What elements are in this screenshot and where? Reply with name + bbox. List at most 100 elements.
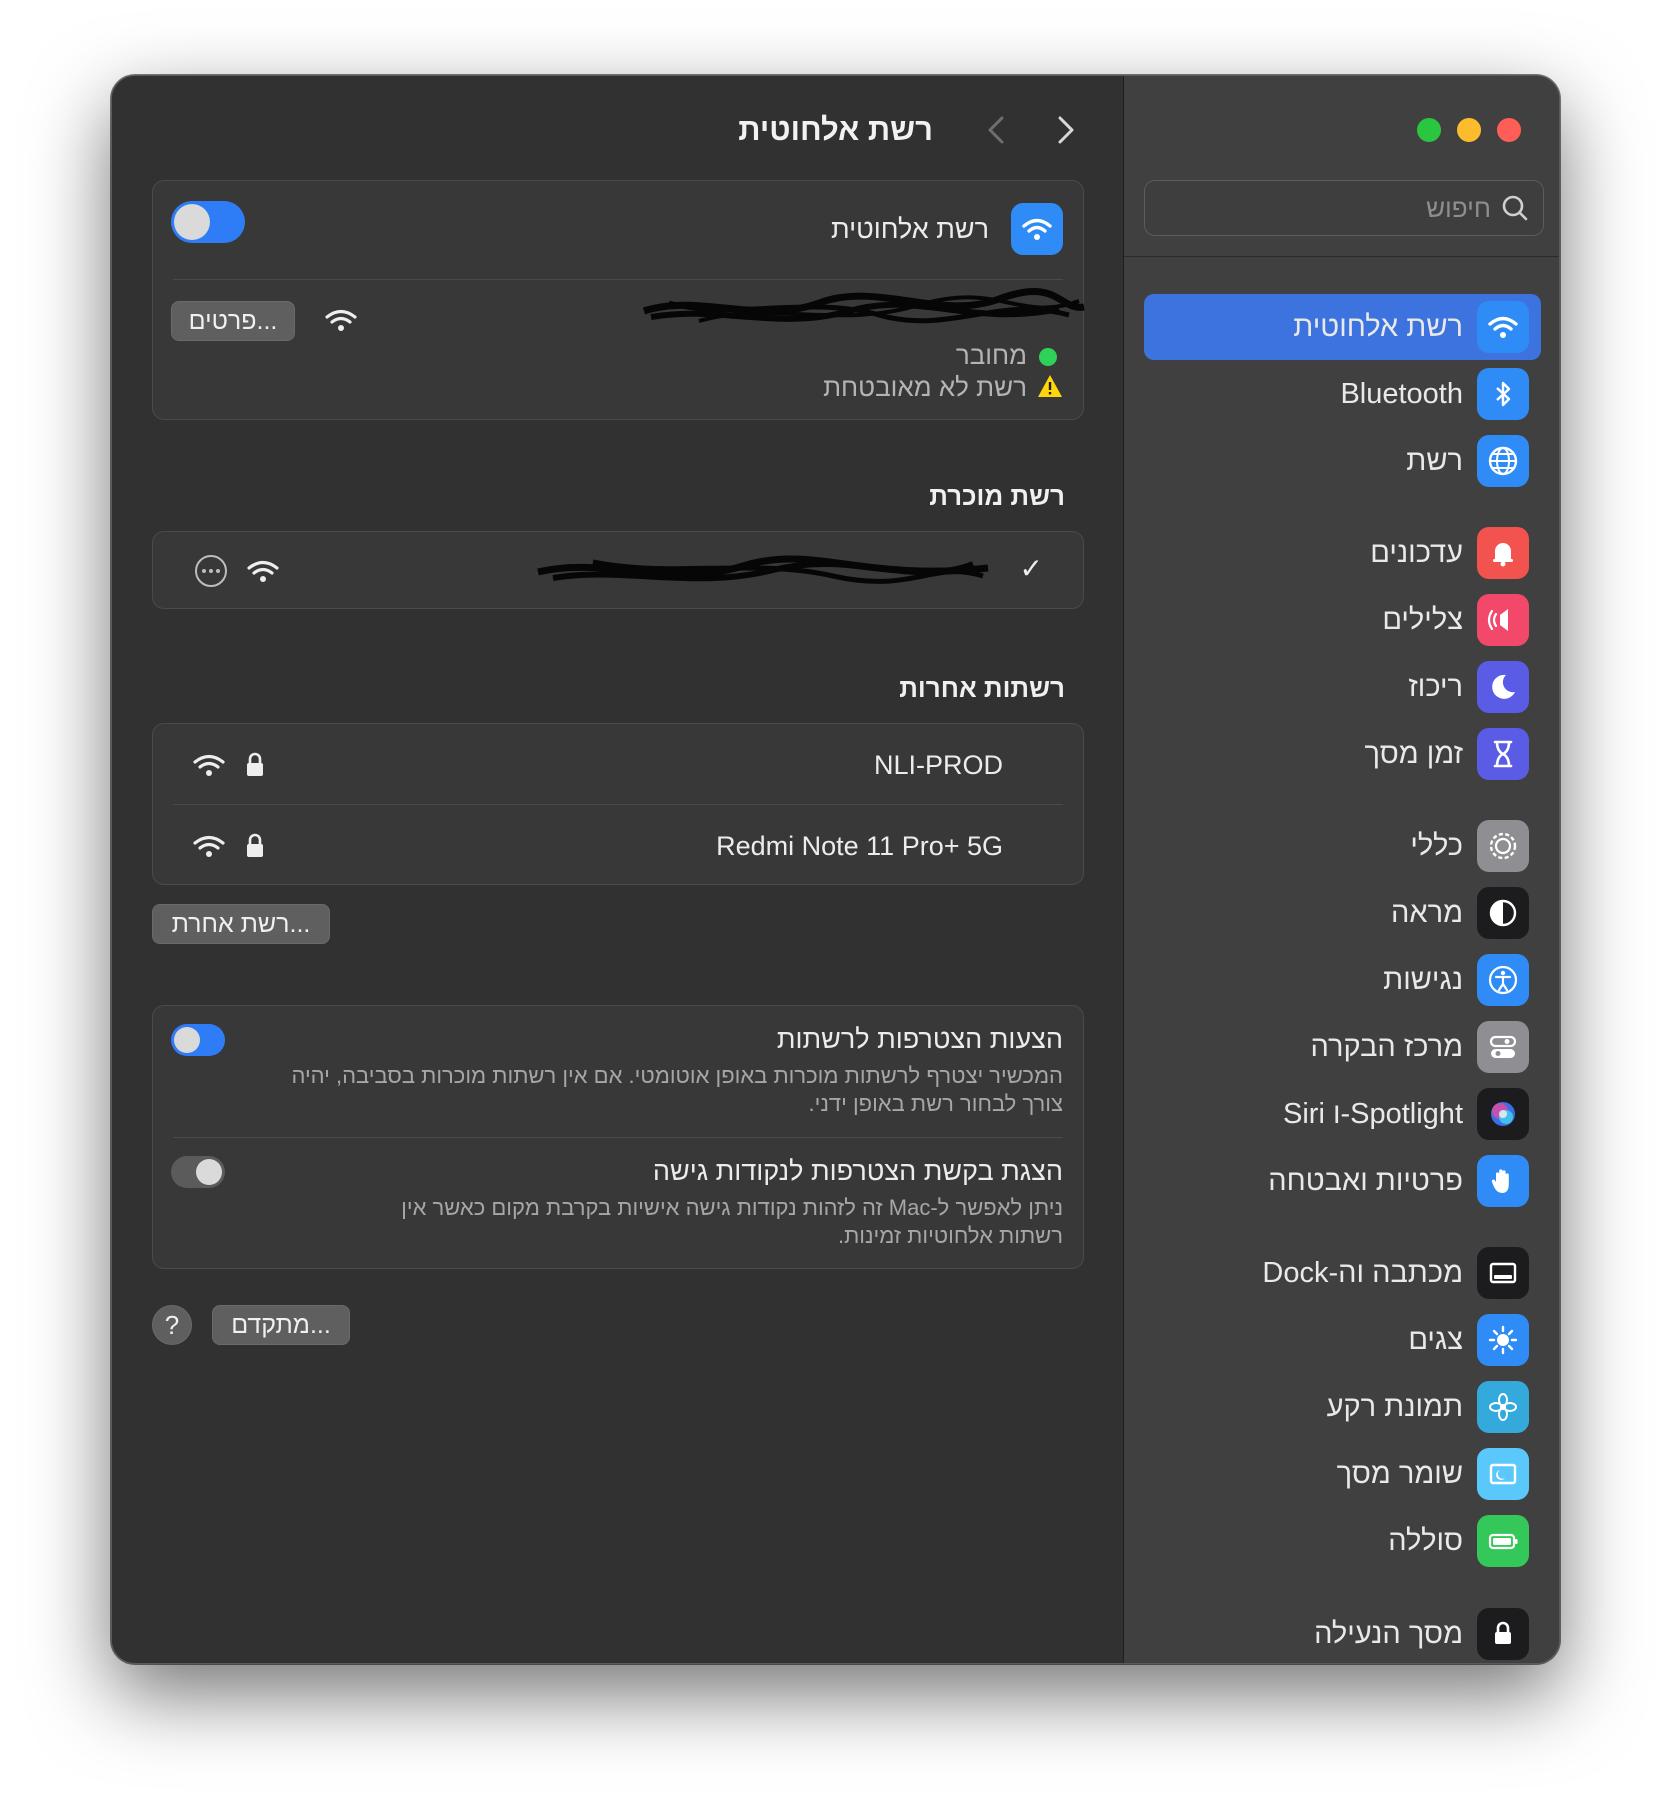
other-networks-card: NLI-PROD Redmi Note 11 Pro+ 5G xyxy=(152,723,1084,885)
sidebar-item-label: רשת אלחוטית xyxy=(1293,310,1463,343)
sidebar-item-wifi[interactable]: רשת אלחוטית xyxy=(1144,294,1541,360)
connection-status: מחובר xyxy=(955,340,1027,370)
sidebar-item-label: מראה xyxy=(1390,896,1463,929)
main-pane: רשת אלחוטית רשת אלחוטית פרטים... מחובר ר… xyxy=(112,76,1123,1663)
security-warning: רשת לא מאובטחת xyxy=(823,372,1027,402)
chevron-left-icon[interactable] xyxy=(1054,112,1078,157)
search-input[interactable] xyxy=(1156,192,1491,224)
checkmark-icon: ✓ xyxy=(1019,553,1043,584)
toggle-knob xyxy=(174,204,210,240)
wifi-icon xyxy=(1477,301,1529,353)
gear-icon xyxy=(1477,820,1529,872)
speaker-icon xyxy=(1477,594,1529,646)
wifi-card: רשת אלחוטית פרטים... מחובר רשת לא מאובטח… xyxy=(152,180,1085,420)
sidebar-item-label: מכתבה וה-Dock xyxy=(1262,1256,1463,1289)
toggle-knob xyxy=(174,1027,200,1053)
sidebar-item-network[interactable]: רשת xyxy=(1144,428,1541,494)
sidebar-item-label: תמונת רקע xyxy=(1326,1390,1463,1423)
sidebar-item-control-center[interactable]: מרכז הבקרה xyxy=(1144,1014,1541,1080)
minimize-button[interactable] xyxy=(1457,118,1481,142)
chevron-right-icon[interactable] xyxy=(984,112,1008,157)
hotspot-toggle[interactable] xyxy=(171,1156,225,1188)
sidebar-item-label: צלילים xyxy=(1382,603,1463,636)
sun-icon xyxy=(1477,1314,1529,1366)
flower-icon xyxy=(1477,1381,1529,1433)
sidebar-item-label: Bluetooth xyxy=(1340,377,1463,410)
search-field[interactable] xyxy=(1144,180,1544,236)
known-network-card[interactable]: ✓ xyxy=(152,531,1084,609)
sidebar-item-battery[interactable]: סוללה xyxy=(1144,1508,1541,1574)
other-network-button[interactable]: רשת אחרת... xyxy=(152,904,330,944)
appearance-icon xyxy=(1477,887,1529,939)
accessibility-icon xyxy=(1477,954,1529,1006)
settings-window: רשת אלחוטית רשת אלחוטית פרטים... מחובר ר… xyxy=(111,75,1560,1664)
setting-description: רשתות אלחוטיות זמינות. xyxy=(837,1223,1063,1248)
sidebar-item-sound[interactable]: צלילים xyxy=(1144,587,1541,653)
sidebar-item-label: פרטיות ואבטחה xyxy=(1268,1164,1463,1197)
sidebar: רשת אלחוטית Bluetooth רשת עדכונים צלילים… xyxy=(1123,76,1559,1663)
sidebar-item-displays[interactable]: צגים xyxy=(1144,1307,1541,1373)
sidebar-item-accessibility[interactable]: נגישות xyxy=(1144,947,1541,1013)
bluetooth-icon xyxy=(1477,368,1529,420)
toggle-knob xyxy=(196,1159,222,1185)
known-networks-title: רשת מוכרת xyxy=(929,481,1065,511)
divider xyxy=(173,279,1063,280)
warning-icon xyxy=(1037,374,1063,398)
sidebar-item-general[interactable]: כללי xyxy=(1144,813,1541,879)
lock-icon xyxy=(247,752,263,776)
network-row-redmi[interactable]: Redmi Note 11 Pro+ 5G xyxy=(153,805,1083,885)
setting-description: המכשיר יצטרף לרשתות מוכרות באופן אוטומטי… xyxy=(291,1063,1063,1088)
sidebar-item-privacy[interactable]: פרטיות ואבטחה xyxy=(1144,1148,1541,1214)
ellipsis-circle-icon[interactable] xyxy=(194,554,228,588)
wifi-signal-icon xyxy=(247,560,279,582)
control-center-icon xyxy=(1477,1021,1529,1073)
sidebar-item-notifications[interactable]: עדכונים xyxy=(1144,520,1541,586)
siri-icon xyxy=(1477,1088,1529,1140)
setting-title: הצגת בקשת הצטרפות לנקודות גישה xyxy=(652,1156,1063,1186)
lock-icon xyxy=(1477,1608,1529,1660)
advanced-button[interactable]: מתקדם... xyxy=(212,1305,350,1345)
sidebar-item-label: מרכז הבקרה xyxy=(1310,1030,1463,1063)
sidebar-item-appearance[interactable]: מראה xyxy=(1144,880,1541,946)
sidebar-item-desktop-dock[interactable]: מכתבה וה-Dock xyxy=(1144,1240,1541,1306)
divider xyxy=(1124,256,1559,257)
sidebar-item-screen-saver[interactable]: שומר מסך xyxy=(1144,1441,1541,1507)
sidebar-item-screen-time[interactable]: זמן מסך xyxy=(1144,721,1541,787)
setting-description: צורך לבחור רשת באופן ידני. xyxy=(808,1091,1063,1116)
ask-join-toggle[interactable] xyxy=(171,1024,225,1056)
lock-icon xyxy=(247,833,263,857)
sidebar-item-label: מסך הנעילה xyxy=(1314,1617,1463,1650)
close-button[interactable] xyxy=(1497,118,1521,142)
redacted-known-network-name xyxy=(537,555,989,584)
wifi-signal-icon xyxy=(193,754,225,776)
wifi-toggle[interactable] xyxy=(171,201,245,243)
help-button[interactable]: ? xyxy=(152,1305,192,1345)
battery-icon xyxy=(1477,1515,1529,1567)
sidebar-item-wallpaper[interactable]: תמונת רקע xyxy=(1144,1374,1541,1440)
details-button[interactable]: פרטים... xyxy=(171,301,295,341)
status-dot xyxy=(1039,348,1057,366)
setting-row-ask-join: הצעות הצטרפות לרשתות המכשיר יצטרף לרשתות… xyxy=(153,1006,1083,1138)
hourglass-icon xyxy=(1477,728,1529,780)
zoom-button[interactable] xyxy=(1417,118,1441,142)
network-row-nli-prod[interactable]: NLI-PROD xyxy=(153,724,1083,804)
setting-description: ניתן לאפשר ל-Mac זה לזהות נקודות גישה אי… xyxy=(401,1195,1063,1220)
sidebar-item-lock-screen[interactable]: מסך הנעילה xyxy=(1144,1601,1541,1663)
sidebar-item-focus[interactable]: ריכוז xyxy=(1144,654,1541,720)
sidebar-item-label: זמן מסך xyxy=(1364,737,1463,770)
sidebar-item-label: סוללה xyxy=(1388,1524,1463,1557)
wifi-icon xyxy=(1011,203,1063,255)
sidebar-item-label: עדכונים xyxy=(1370,536,1463,569)
settings-card: הצעות הצטרפות לרשתות המכשיר יצטרף לרשתות… xyxy=(152,1005,1084,1269)
redacted-network-name xyxy=(642,288,1085,324)
sidebar-item-label: נגישות xyxy=(1383,963,1463,996)
window-controls xyxy=(1417,118,1521,142)
wifi-signal-icon xyxy=(193,835,225,857)
network-name: Redmi Note 11 Pro+ 5G xyxy=(716,831,1003,861)
search-icon xyxy=(1502,195,1528,221)
sidebar-item-label: Spotlight-ו Siri xyxy=(1283,1097,1463,1130)
wifi-signal-icon xyxy=(325,309,357,331)
wifi-label: רשת אלחוטית xyxy=(830,214,989,244)
sidebar-item-siri-spotlight[interactable]: Spotlight-ו Siri xyxy=(1144,1081,1541,1147)
sidebar-item-bluetooth[interactable]: Bluetooth xyxy=(1144,361,1541,427)
